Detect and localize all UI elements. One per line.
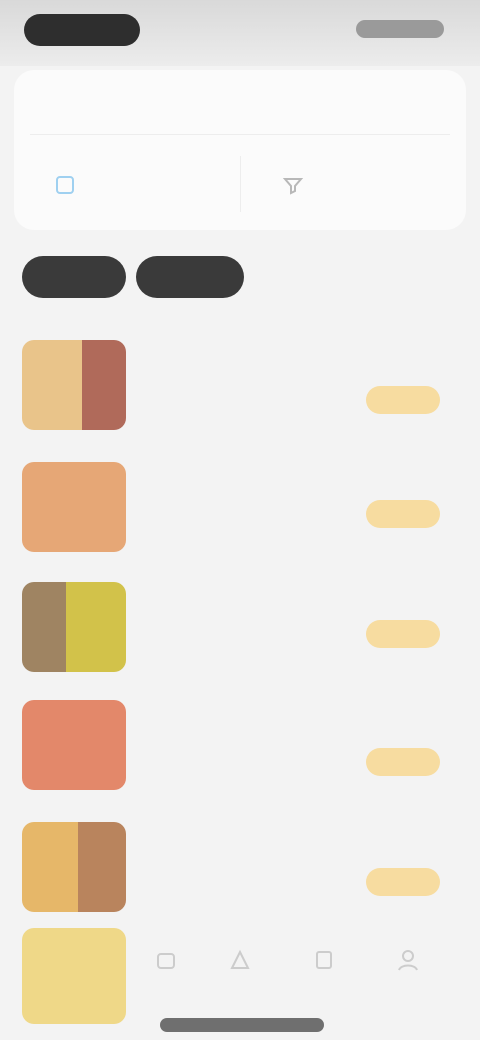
nav-orders-icon[interactable] xyxy=(310,944,338,976)
nav-home-icon[interactable] xyxy=(152,944,180,976)
price-button[interactable] xyxy=(366,868,440,896)
price-button[interactable] xyxy=(366,748,440,776)
food-thumbnail xyxy=(22,700,126,790)
category-chip-2[interactable] xyxy=(136,256,244,298)
search-input[interactable] xyxy=(32,88,432,122)
list-item[interactable] xyxy=(22,700,458,804)
price-button[interactable] xyxy=(366,386,440,414)
food-thumbnail xyxy=(22,582,126,672)
food-thumbnail xyxy=(22,340,126,430)
scan-action[interactable] xyxy=(54,164,86,206)
category-chip-3[interactable] xyxy=(256,256,328,298)
status-bar xyxy=(0,0,480,66)
list-item[interactable] xyxy=(22,582,458,686)
list-item[interactable] xyxy=(22,340,458,444)
price-button[interactable] xyxy=(366,620,440,648)
filter-icon xyxy=(282,178,304,195)
food-thumbnail xyxy=(22,928,126,1024)
home-indicator xyxy=(160,1018,324,1032)
status-pill-right xyxy=(356,20,444,38)
category-chip-1[interactable] xyxy=(22,256,126,298)
price-button[interactable] xyxy=(366,500,440,528)
food-thumbnail xyxy=(22,462,126,552)
filter-action[interactable] xyxy=(282,164,314,206)
scan-icon xyxy=(56,176,74,194)
search-divider xyxy=(30,134,450,135)
status-pill-left xyxy=(24,14,140,46)
nav-explore-icon[interactable] xyxy=(226,944,254,976)
actions-divider xyxy=(240,156,241,212)
nav-profile-icon[interactable] xyxy=(394,944,422,976)
list-item[interactable] xyxy=(22,822,458,926)
food-thumbnail xyxy=(22,822,126,912)
list-item[interactable] xyxy=(22,462,458,566)
